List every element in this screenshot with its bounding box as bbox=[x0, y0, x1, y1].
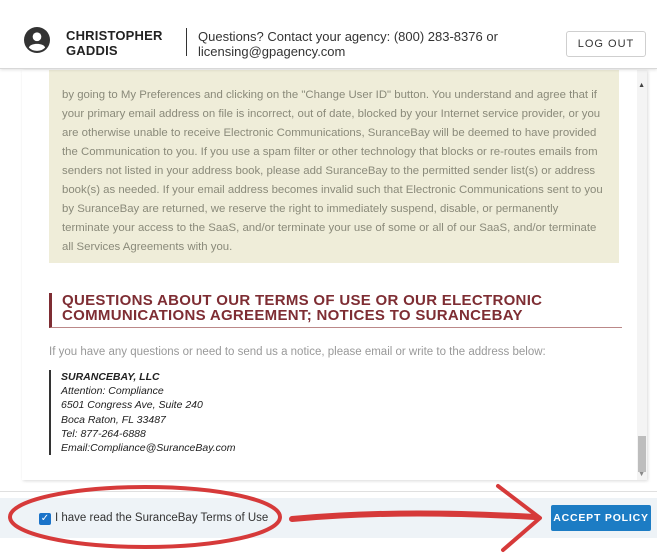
electronic-communications-box: by going to My Preferences and clicking … bbox=[49, 70, 619, 263]
address-city: Boca Raton, FL 33487 bbox=[61, 413, 166, 426]
user-name-line2: GADDIS bbox=[66, 43, 118, 58]
agree-label[interactable]: I have read the SuranceBay Terms of Use bbox=[55, 512, 268, 524]
address-email: Email:Compliance@SuranceBay.com bbox=[61, 442, 236, 455]
address-firm: SURANCEBAY, LLC bbox=[61, 371, 160, 383]
section-heading-line1: QUESTIONS ABOUT OUR TERMS OF USE OR OUR … bbox=[62, 292, 543, 309]
notice-intro: If you have any questions or need to sen… bbox=[49, 346, 546, 358]
checkbox-checked-icon: ✓ bbox=[40, 513, 50, 524]
app-header: CHRISTOPHER GADDIS Questions? Contact yo… bbox=[0, 0, 657, 69]
section-heading: QUESTIONS ABOUT OUR TERMS OF USE OR OUR … bbox=[49, 293, 622, 328]
section-heading-line2: COMMUNICATIONS AGREEMENT; NOTICES TO SUR… bbox=[62, 307, 523, 324]
communications-paragraph: by going to My Preferences and clicking … bbox=[62, 89, 603, 253]
address-tel: Tel: 877-264-6888 bbox=[61, 427, 146, 440]
contact-line1: Questions? Contact your agency: (800) 28… bbox=[198, 29, 498, 44]
agency-contact: Questions? Contact your agency: (800) 28… bbox=[198, 29, 528, 59]
scroll-down-icon[interactable]: ▼ bbox=[638, 471, 645, 478]
header-divider bbox=[186, 28, 187, 56]
account-circle-icon bbox=[24, 27, 50, 53]
terms-content-panel[interactable]: by going to My Preferences and clicking … bbox=[22, 70, 647, 480]
address-attention: Attention: Compliance bbox=[61, 385, 164, 398]
user-name: CHRISTOPHER GADDIS bbox=[66, 28, 163, 58]
accept-policy-button[interactable]: ACCEPT POLICY bbox=[551, 505, 651, 531]
agree-checkbox[interactable]: ✓ bbox=[39, 513, 51, 525]
logout-button[interactable]: LOG OUT bbox=[566, 31, 646, 57]
scroll-up-icon[interactable]: ▲ bbox=[638, 82, 645, 89]
scroll-thumb[interactable] bbox=[638, 436, 646, 472]
user-name-line1: CHRISTOPHER bbox=[66, 28, 163, 43]
contact-line2: licensing@gpagency.com bbox=[198, 44, 346, 59]
address-street: 6501 Congress Ave, Suite 240 bbox=[61, 399, 203, 412]
mailing-address: SURANCEBAY, LLC Attention: Compliance 65… bbox=[49, 370, 236, 456]
content-scrollbar[interactable]: ▲ ▼ bbox=[637, 70, 647, 480]
